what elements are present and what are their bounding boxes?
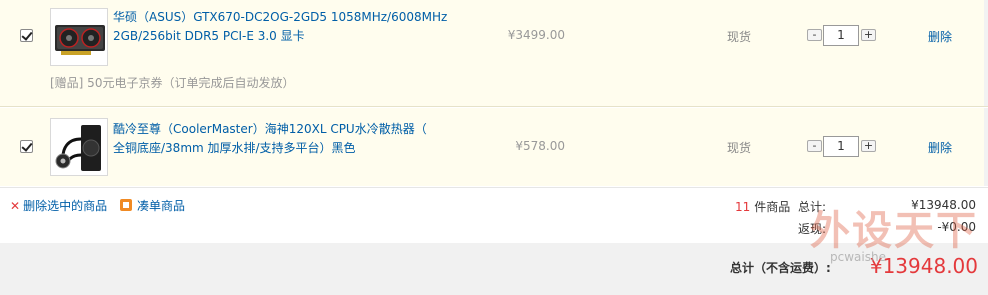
quantity-decrease-button[interactable]: - bbox=[807, 29, 822, 41]
quantity-increase-button[interactable]: + bbox=[861, 140, 876, 152]
item-count-number: 11 bbox=[735, 200, 751, 214]
item-count-unit: 件商品 bbox=[754, 200, 791, 214]
product-name-link[interactable]: 华硕（ASUS）GTX670-DC2OG-2GD5 1058MHz/6008MH… bbox=[113, 8, 447, 46]
product-name-link[interactable]: 酷冷至尊（CoolerMaster）海神120XL CPU水冷散热器（ 全铜底座… bbox=[113, 120, 427, 158]
quantity-input[interactable]: 1 bbox=[823, 136, 859, 157]
item-price: ¥3499.00 bbox=[507, 28, 565, 42]
stock-status: 现货 bbox=[727, 141, 752, 155]
quantity-increase-button[interactable]: + bbox=[861, 29, 876, 41]
delete-selected-label: 删除选中的商品 bbox=[23, 199, 108, 213]
grand-total-value: ¥13948.00 bbox=[869, 254, 978, 278]
grand-total-label: 总计（不含运费）: bbox=[730, 261, 831, 275]
cart-summary: ✕ 删除选中的商品 凑单商品 11 件商品 总计: ¥13948.00 返现: -¥… bbox=[0, 187, 988, 295]
stock-status: 现货 bbox=[727, 30, 752, 44]
total-value: ¥13948.00 bbox=[911, 198, 976, 212]
cart-item-row: 酷冷至尊（CoolerMaster）海神120XL CPU水冷散热器（ 全铜底座… bbox=[0, 108, 988, 186]
delete-selected-button[interactable]: ✕ 删除选中的商品 bbox=[10, 197, 107, 214]
coudan-button[interactable]: 凑单商品 bbox=[120, 197, 185, 214]
item-price: ¥578.00 bbox=[515, 139, 565, 153]
item-checkbox[interactable] bbox=[20, 140, 33, 153]
graphics-card-image bbox=[55, 25, 105, 55]
coudan-label: 凑单商品 bbox=[137, 199, 186, 213]
quantity-decrease-button[interactable]: - bbox=[807, 140, 822, 152]
item-checkbox[interactable] bbox=[20, 29, 33, 42]
puzzle-icon bbox=[120, 199, 132, 211]
close-icon: ✕ bbox=[10, 199, 21, 213]
grand-total-bar bbox=[0, 243, 988, 295]
item-count: 11 件商品 bbox=[735, 198, 790, 215]
cart-item-row: 华硕（ASUS）GTX670-DC2OG-2GD5 1058MHz/6008MH… bbox=[0, 0, 988, 107]
rebate-value: -¥0.00 bbox=[937, 220, 976, 234]
product-thumbnail[interactable] bbox=[50, 8, 108, 66]
product-name-line: 酷冷至尊（CoolerMaster）海神120XL CPU水冷散热器（ bbox=[113, 122, 427, 136]
rebate-label: 返现: bbox=[798, 222, 827, 236]
delete-item-link[interactable]: 删除 bbox=[928, 28, 952, 45]
total-label: 总计: bbox=[798, 200, 827, 214]
delete-item-link[interactable]: 删除 bbox=[928, 139, 952, 156]
gift-note: [赠品] 50元电子京券（订单完成后自动发放） bbox=[50, 76, 295, 90]
product-thumbnail[interactable] bbox=[50, 118, 108, 176]
product-name-line: 华硕（ASUS）GTX670-DC2OG-2GD5 1058MHz/6008MH… bbox=[113, 10, 448, 24]
product-name-line: 2GB/256bit DDR5 PCI-E 3.0 显卡 bbox=[113, 29, 305, 43]
product-name-line: 全铜底座/38mm 加厚水排/支持多平台）黑色 bbox=[113, 141, 356, 155]
cpu-cooler-image bbox=[55, 125, 101, 171]
quantity-input[interactable]: 1 bbox=[823, 25, 859, 46]
